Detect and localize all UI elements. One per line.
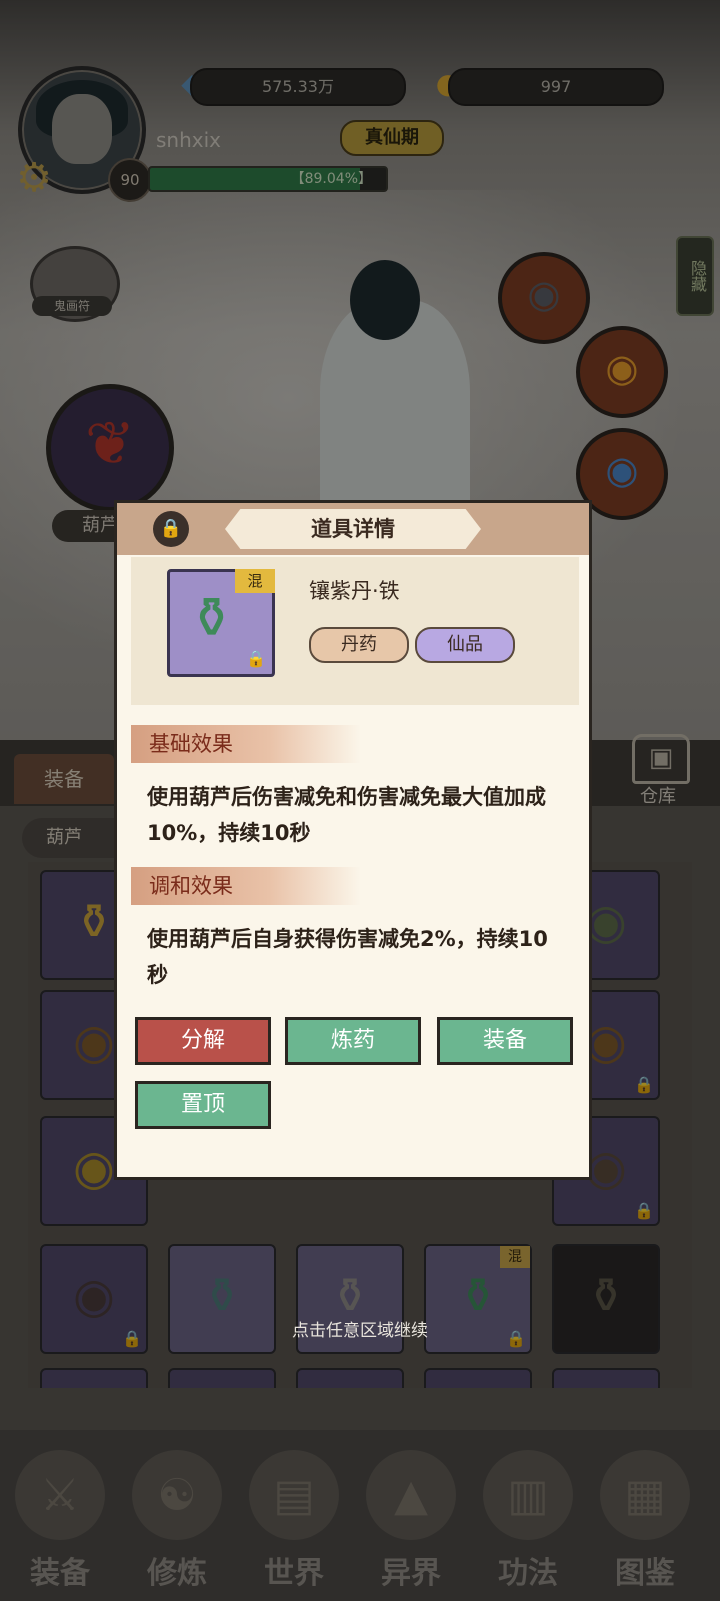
tap-to-continue-hint: 点击任意区域继续 <box>292 1321 428 1341</box>
decompose-button[interactable]: 分解 <box>135 1017 271 1065</box>
dialog-title: 道具详情 <box>311 517 395 541</box>
base-effect-heading: 基础效果 <box>131 725 361 763</box>
item-icon-frame: ⚱ 混 🔒 <box>167 569 275 677</box>
pin-to-top-button[interactable]: 置顶 <box>135 1081 271 1129</box>
equip-button[interactable]: 装备 <box>437 1017 573 1065</box>
item-summary-panel: ⚱ 混 🔒 镶紫丹·铁 丹药 仙品 <box>131 557 579 705</box>
base-effect-text: 使用葫芦后伤害减免和伤害减免最大值加成10%，持续10秒 <box>147 785 546 845</box>
item-detail-dialog: 🔒 道具详情 ⚱ 混 🔒 镶紫丹·铁 丹药 仙品 基础效果 使用葫芦后伤害减免和… <box>114 500 592 1180</box>
grade-badge: 仙品 <box>415 627 515 663</box>
mix-tag: 混 <box>235 569 275 593</box>
lock-toggle-icon[interactable]: 🔒 <box>153 511 189 547</box>
category-badge: 丹药 <box>309 627 409 663</box>
jade-vase-icon: ⚱ <box>188 586 235 651</box>
refine-button[interactable]: 炼药 <box>285 1017 421 1065</box>
harmony-effect-heading: 调和效果 <box>131 867 361 905</box>
harmony-effect-text: 使用葫芦后自身获得伤害减免2%，持续10秒 <box>147 927 548 987</box>
item-name: 镶紫丹·铁 <box>309 579 400 603</box>
lock-icon: 🔒 <box>246 649 266 668</box>
